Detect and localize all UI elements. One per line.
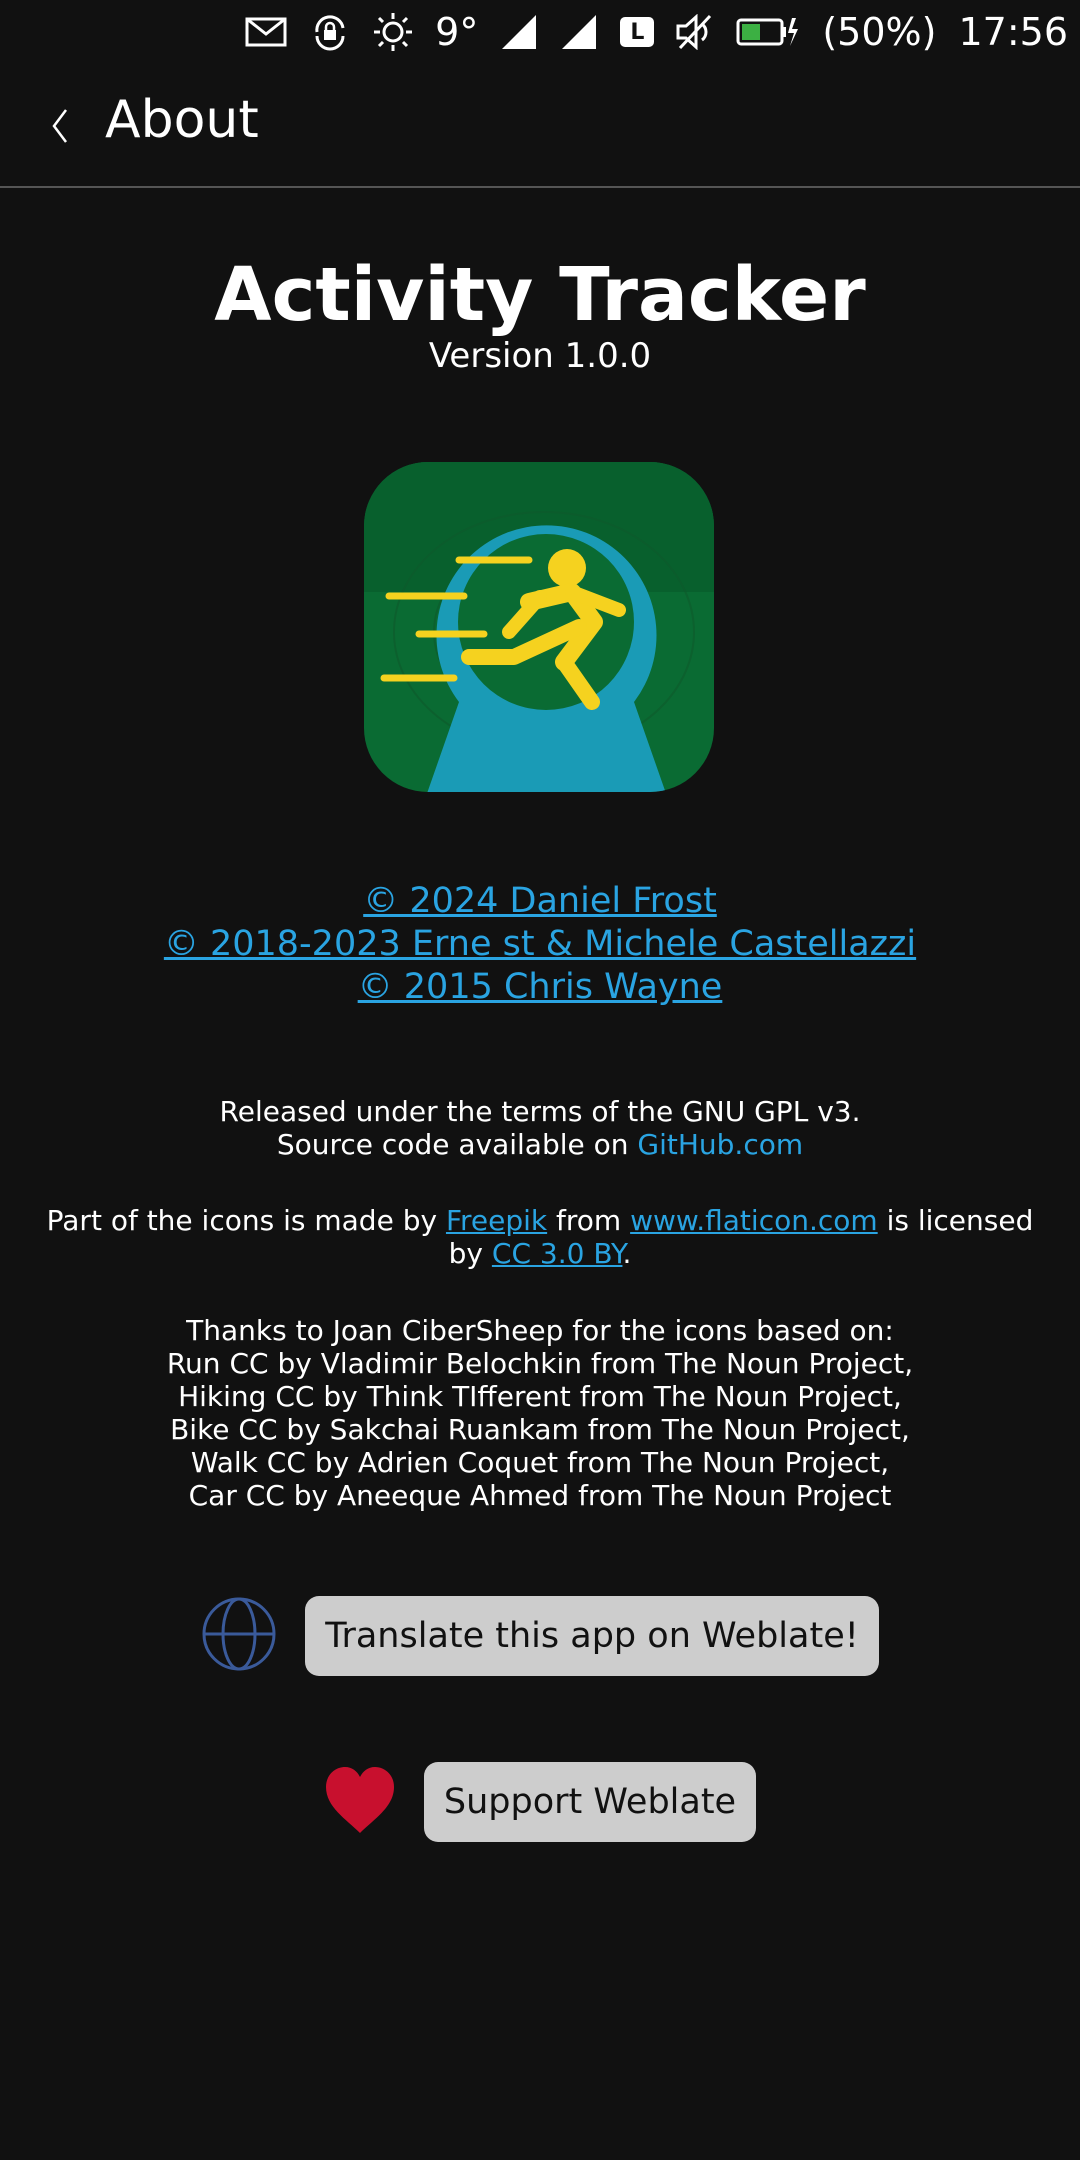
copyright-links: © 2024 Daniel Frost © 2018-2023 Erne st … [0,880,1080,1009]
app-version: Version 1.0.0 [428,336,652,376]
back-button[interactable] [40,96,80,156]
signal-icon [500,13,538,51]
rotation-lock-icon [309,12,351,52]
heart-icon [324,1765,396,1839]
translate-row: Translate this app on Weblate! [0,1596,1080,1676]
app-name: Activity Tracker [214,252,866,338]
thanks-line: Bike CC by Sakchai Ruankam from The Noun… [170,1413,910,1446]
icon-thanks: Thanks to Joan CiberSheep for the icons … [0,1314,1080,1512]
muted-volume-icon [676,14,714,50]
copyright-link-daniel-frost[interactable]: © 2024 Daniel Frost [363,881,717,921]
brightness-icon [373,12,413,52]
freepik-link[interactable]: Freepik [446,1204,547,1237]
icons-credit: Part of the icons is made by Freepik fro… [46,1204,1034,1270]
support-row: Support Weblate [0,1762,1080,1842]
cc-license-link[interactable]: CC 3.0 BY [492,1237,623,1270]
thanks-line: Hiking CC by Think TIfferent from The No… [178,1380,902,1413]
globe-icon [201,1596,277,1676]
network-type-icon: L [620,17,655,47]
copyright-link-castellazzi[interactable]: © 2018-2023 Erne st & Michele Castellazz… [164,924,916,964]
thanks-line: Car CC by Aneeque Ahmed from The Noun Pr… [188,1479,892,1512]
github-link[interactable]: GitHub.com [637,1128,803,1161]
translate-weblate-button[interactable]: Translate this app on Weblate! [305,1596,879,1676]
clock: 17:56 [958,10,1068,54]
thanks-line: Run CC by Vladimir Belochkin from The No… [166,1347,914,1380]
temperature-text: 9° [435,10,479,54]
support-weblate-button[interactable]: Support Weblate [423,1762,757,1842]
signal-icon-2 [560,13,598,51]
license-line: Released under the terms of the GNU GPL … [219,1095,861,1128]
page-header: About [0,64,1080,188]
status-bar: 9° L (50%) 17:56 [0,0,1080,64]
app-logo [364,462,714,792]
thanks-line: Thanks to Joan CiberSheep for the icons … [186,1314,894,1347]
thanks-line: Walk CC by Adrien Coquet from The Noun P… [190,1446,890,1479]
battery-icon [736,16,800,48]
copyright-link-chris-wayne[interactable]: © 2015 Chris Wayne [358,967,723,1007]
mail-icon [245,17,287,47]
license-text: Released under the terms of the GNU GPL … [0,1095,1080,1161]
page-title: About [105,90,259,150]
source-prefix: Source code available on [276,1128,638,1161]
flaticon-link[interactable]: www.flaticon.com [630,1204,878,1237]
battery-percent: (50%) [822,10,937,54]
chevron-left-icon [52,109,67,143]
